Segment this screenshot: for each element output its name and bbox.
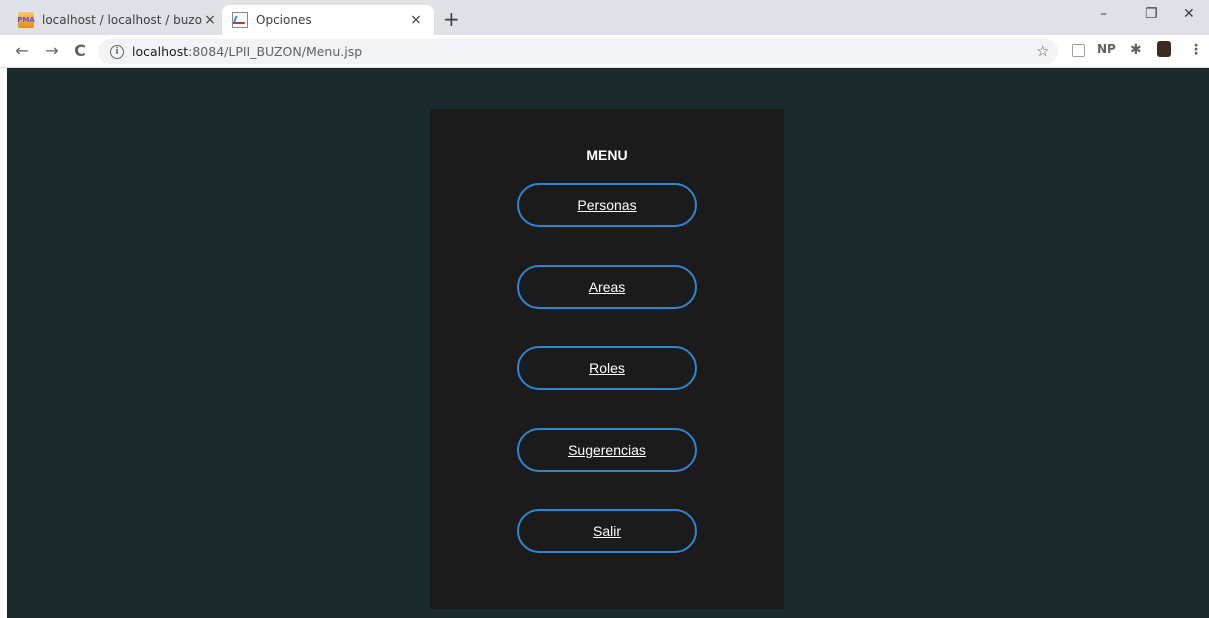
new-tab-button[interactable]: + <box>443 7 460 31</box>
url-path: :8084/LPII_BUZON/Menu.jsp <box>188 44 363 59</box>
tab-opciones[interactable]: Opciones × <box>222 5 434 35</box>
menu-title: MENU <box>586 147 628 163</box>
menu-button-salir[interactable]: Salir <box>517 509 697 553</box>
back-icon[interactable]: ← <box>12 41 32 60</box>
tab-title: localhost / localhost / buzon_ske <box>42 13 202 27</box>
reader-extension-icon[interactable] <box>1072 44 1085 57</box>
np-extension-icon[interactable]: NP <box>1097 42 1116 56</box>
extensions-puzzle-icon[interactable]: ✱ <box>1130 42 1142 58</box>
menu-panel: MENU Personas Areas Roles Sugerencias Sa… <box>430 109 784 609</box>
browser-tabstrip: PMA localhost / localhost / buzon_ske × … <box>0 0 1209 35</box>
page-viewport: MENU Personas Areas Roles Sugerencias Sa… <box>7 68 1209 618</box>
menu-link-salir[interactable]: Salir <box>593 523 621 539</box>
tab-title: Opciones <box>256 13 312 27</box>
close-window-icon[interactable]: ✕ <box>1183 6 1195 22</box>
restore-icon[interactable]: ❐ <box>1145 6 1158 22</box>
tab-close-icon[interactable]: × <box>202 12 218 28</box>
menu-button-roles[interactable]: Roles <box>517 346 697 390</box>
menu-link-sugerencias[interactable]: Sugerencias <box>568 442 646 458</box>
more-menu-icon[interactable]: ⋮ <box>1189 42 1203 58</box>
url-host: localhost <box>132 44 189 59</box>
profile-avatar-icon[interactable] <box>1157 41 1171 57</box>
tab-phpmyadmin[interactable]: PMA localhost / localhost / buzon_ske × <box>8 5 228 35</box>
menu-button-sugerencias[interactable]: Sugerencias <box>517 428 697 472</box>
menu-button-personas[interactable]: Personas <box>517 183 697 227</box>
browser-toolbar: ← → C i localhost:8084/LPII_BUZON/Menu.j… <box>0 35 1209 68</box>
address-bar[interactable]: i localhost:8084/LPII_BUZON/Menu.jsp <box>98 39 1058 64</box>
bookmark-star-icon[interactable]: ☆ <box>1036 42 1049 60</box>
tab-close-icon[interactable]: × <box>408 12 424 28</box>
forward-icon[interactable]: → <box>42 41 62 60</box>
chart-icon <box>232 12 248 28</box>
menu-link-roles[interactable]: Roles <box>589 360 625 376</box>
reload-icon[interactable]: C <box>70 41 90 60</box>
minimize-icon[interactable]: – <box>1100 6 1107 22</box>
menu-button-areas[interactable]: Areas <box>517 265 697 309</box>
phpmyadmin-icon: PMA <box>17 12 35 28</box>
menu-link-areas[interactable]: Areas <box>589 279 626 295</box>
menu-link-personas[interactable]: Personas <box>577 197 636 213</box>
info-icon[interactable]: i <box>110 44 124 59</box>
